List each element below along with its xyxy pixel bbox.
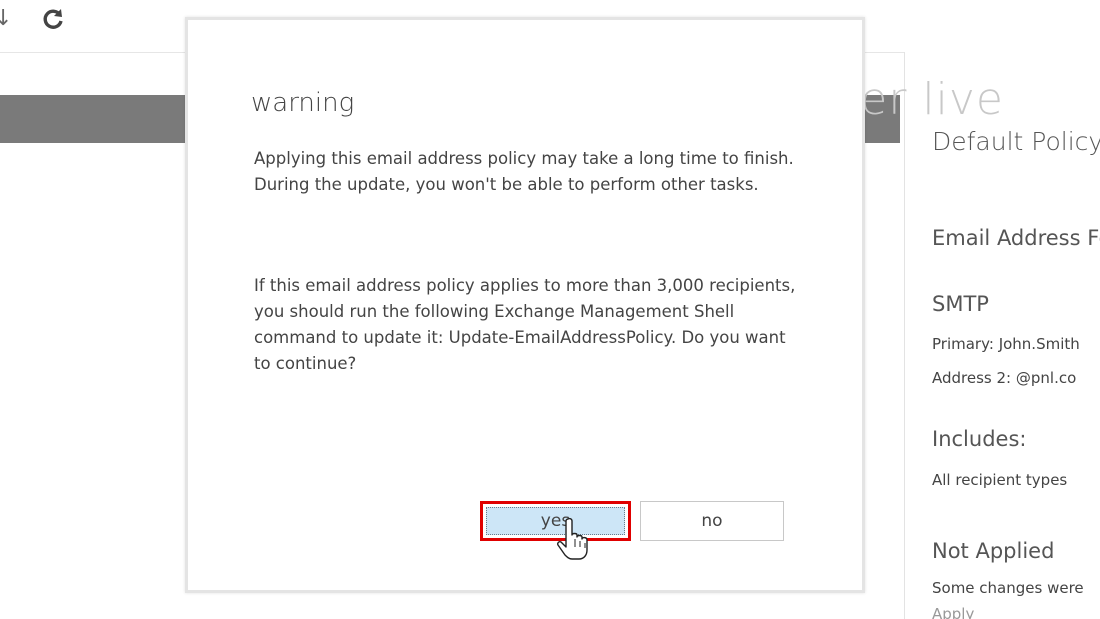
details-address-2: Address 2: @pnl.co xyxy=(932,369,1077,387)
details-section-smtp: SMTP xyxy=(932,292,989,316)
details-status-text: Some changes were xyxy=(932,579,1084,597)
download-icon[interactable]: ↓ xyxy=(0,6,12,32)
dialog-title: warning xyxy=(251,88,355,118)
yes-button[interactable]: yes xyxy=(480,501,631,541)
details-includes-value: All recipient types xyxy=(932,471,1068,489)
dialog-message-2: If this email address policy applies to … xyxy=(254,276,796,373)
details-section-email-address-format: Email Address Fo xyxy=(932,226,1100,250)
apply-link[interactable]: Apply xyxy=(932,605,974,619)
details-title: Default Policy xyxy=(932,127,1100,156)
yes-button-label: yes xyxy=(486,507,625,535)
details-status-heading: Not Applied xyxy=(932,539,1055,563)
details-pane: Default Policy Email Address Fo SMTP Pri… xyxy=(904,52,1100,619)
refresh-icon-graphic xyxy=(43,9,63,29)
hand-cursor-icon xyxy=(557,517,588,560)
details-includes-label: Includes: xyxy=(932,427,1027,451)
dialog-message-1: Applying this email address policy may t… xyxy=(254,149,794,194)
warning-dialog: warning Applying this email address poli… xyxy=(185,17,865,593)
refresh-icon[interactable] xyxy=(40,6,66,39)
details-primary-address: Primary: John.Smith xyxy=(932,335,1080,353)
no-button[interactable]: no xyxy=(640,501,784,541)
